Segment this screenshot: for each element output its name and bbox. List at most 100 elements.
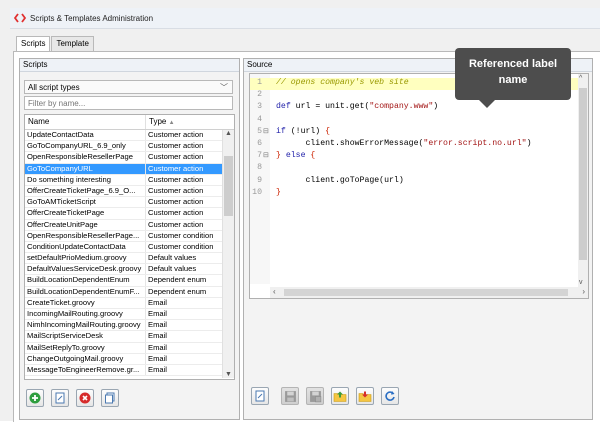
table-row[interactable]: CreateTicket.groovy Email [25,297,222,309]
code-line: 6 client.showErrorMessage("error.script.… [250,139,580,151]
script-name-cell: setDefaultPrioMedium.groovy [25,253,146,264]
table-row[interactable]: DefaultValuesServiceDesk.groovy Default v… [25,264,222,276]
table-row[interactable]: OpenResponsibleResellerPage... Customer c… [25,230,222,242]
code-text: } [276,188,281,197]
script-type-cell: Customer action [148,185,204,195]
script-name-cell: OfferCreateTicketPage_6.9_O... [25,185,146,197]
script-type-cell: Customer condition [148,230,214,240]
scripts-toolbar [26,389,119,407]
add-script-button[interactable] [26,389,44,407]
column-header-name[interactable]: Name [25,115,146,129]
table-row[interactable]: MessageToEngineerRemove.gr... Email [25,364,222,377]
scripts-table: Name Type ▲ UpdateContactData Customer ac… [24,114,235,380]
table-row[interactable]: ConditionUpdateContactData Customer condi… [25,241,222,254]
code-token: else [285,151,306,161]
table-row[interactable]: BuildLocationDependentEnumF... Dependent … [25,286,222,298]
code-text: } else { [276,151,315,160]
script-type-cell: Email [148,342,167,352]
scrollbar-thumb[interactable] [224,156,233,216]
script-name-cell: MailScriptServiceDesk [25,331,146,342]
tooltip-pointer [479,100,495,108]
script-name-cell: GoToCompanyURL [25,163,146,174]
line-number: 2 [257,90,262,100]
code-text: // opens company's veb site [276,78,409,87]
script-name-cell: MailSetReplyTo.groovy [25,342,146,353]
save-button[interactable] [281,387,299,405]
table-row[interactable]: IncomingMailRouting.groovy Email [25,309,222,321]
refresh-icon [385,391,395,401]
script-type-cell: Email [148,309,167,318]
script-type-cell: Customer action [148,208,204,218]
script-type-cell: Email [148,331,167,341]
code-text: if (!url) { [276,127,330,136]
table-row[interactable]: OfferCreateUnitPage Customer action [25,219,222,231]
table-row[interactable]: MailSetReplyTo.groovy Email [25,342,222,354]
code-text: client.showErrorMessage("error.script.no… [276,139,531,148]
code-line: 8 [250,163,580,175]
line-number: 7 [257,151,262,161]
scroll-right-icon[interactable]: › [582,287,585,296]
editor-horizontal-scrollbar[interactable]: ‹ › [270,287,588,298]
code-token: { [310,151,316,161]
scrollbar-thumb[interactable] [579,88,587,260]
table-row[interactable]: setDefaultPrioMedium.groovy Default value… [25,253,222,265]
scripts-table-scrollbar[interactable]: ▲ ▼ [222,130,234,378]
import-folder-button[interactable] [356,387,374,405]
tab-template[interactable]: Template [51,36,94,52]
scrollbar-thumb[interactable] [284,289,568,296]
script-name-cell: BuildLocationDependentEnumF... [25,286,146,297]
line-number: 8 [257,163,262,173]
column-header-type[interactable]: Type ▲ [146,115,222,129]
table-row[interactable]: BuildLocationDependentEnum Dependent enum [25,275,222,287]
table-row[interactable]: OfferCreateTicketPage_6.9_O... Customer a… [25,185,222,198]
scroll-left-icon[interactable]: ‹ [273,287,276,296]
edit-script-button[interactable] [51,389,69,407]
edit-source-button[interactable] [251,387,269,405]
table-row[interactable]: UpdateContactData Customer action [25,130,222,142]
table-row[interactable]: GoToCompanyURL_6.9_only Customer action [25,141,222,153]
script-name-cell: CreateTicket.groovy [25,297,146,308]
fold-toggle-icon[interactable]: ⊟ [263,127,269,136]
scroll-down-icon[interactable]: ▼ [223,371,234,378]
code-line: 10} [250,188,580,200]
delete-script-button[interactable] [76,389,94,407]
code-token: } [276,187,281,197]
referenced-label-tooltip: Referenced label name [455,48,571,108]
save-as-button[interactable] [306,387,324,405]
copy-icon [105,392,115,404]
script-type-select[interactable]: All script types ﹀ [24,80,233,94]
open-folder-icon [333,391,347,402]
script-name-cell: IncomingMailRouting.groovy [25,309,146,320]
code-line: 9 client.goToPage(url) [250,176,580,188]
code-token: def [276,102,291,112]
scroll-up-icon[interactable]: ^ [579,75,582,82]
table-row[interactable]: OpenResponsibleResellerPage Customer acti… [25,152,222,164]
table-row[interactable]: OfferCreateTicketPage Customer action [25,208,222,220]
script-type-cell: Customer action [148,219,204,229]
scroll-up-icon[interactable]: ▲ [223,130,234,137]
line-number: 9 [257,175,262,185]
code-text: client.goToPage(url) [276,176,403,185]
script-type-cell: Email [148,320,167,330]
editor-vertical-scrollbar[interactable]: ^ v [578,74,588,287]
script-type-cell: Customer action [148,174,204,184]
open-folder-button[interactable] [331,387,349,405]
table-row[interactable]: ChangeOutgoingMail.groovy Email [25,353,222,365]
copy-script-button[interactable] [101,389,119,407]
table-row[interactable]: NimhIncomingMailRouting.groovy Email [25,320,222,332]
table-row[interactable]: MailScriptServiceDesk Email [25,331,222,343]
script-name-cell: OpenResponsibleResellerPage... [25,230,146,241]
refresh-button[interactable] [381,387,399,405]
title-bar: Scripts & Templates Administration [10,8,600,29]
table-row[interactable]: Do something interesting Customer action [25,174,222,186]
code-line: 4 [250,115,580,127]
scroll-down-icon[interactable]: v [579,279,583,286]
name-filter-input[interactable] [24,96,233,110]
table-row[interactable]: GoToCompanyURL Customer action [25,163,222,175]
script-type-cell: Dependent enum [148,286,207,296]
fold-toggle-icon[interactable]: ⊟ [263,151,269,160]
script-type-cell: Email [148,353,167,363]
code-editor[interactable]: 1 // opens company's veb site 2 3 def url = … [249,73,589,299]
code-token: (!url) [285,126,326,136]
table-row[interactable]: GoToAMTicketScript Customer action [25,197,222,209]
